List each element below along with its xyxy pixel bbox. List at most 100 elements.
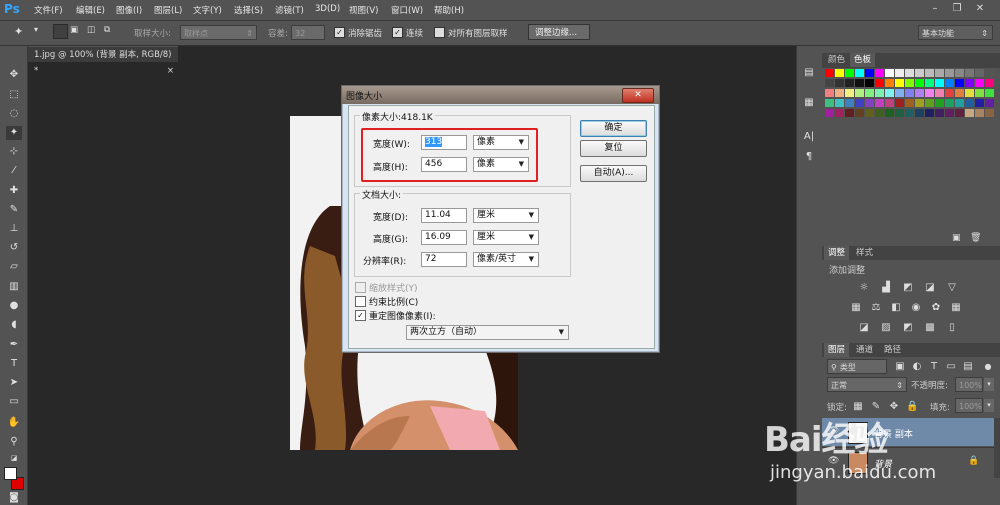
color-swatch[interactable] — [875, 99, 884, 107]
auto-button[interactable]: 自动(A)... — [580, 165, 647, 182]
all-layers-checkbox[interactable] — [434, 27, 445, 38]
swatches-grid[interactable] — [825, 69, 997, 164]
color-swatch[interactable] — [875, 89, 884, 97]
tool-preset-dropdown-icon[interactable]: ▾ — [34, 25, 38, 34]
color-swatch[interactable] — [895, 89, 904, 97]
color-swatch[interactable] — [885, 99, 894, 107]
color-swatch[interactable] — [825, 89, 834, 97]
color-swatch[interactable] — [875, 69, 884, 77]
color-swatch[interactable] — [955, 79, 964, 87]
color-swatch[interactable] — [975, 99, 984, 107]
doc-height-unit-select[interactable]: 厘米 ▼ — [473, 230, 539, 245]
tab-color[interactable]: 颜色 — [824, 53, 849, 67]
dialog-close-icon[interactable]: ✕ — [622, 88, 654, 103]
doc-height-input[interactable]: 16.09 — [421, 230, 467, 245]
doc-width-input[interactable]: 11.04 — [421, 208, 467, 223]
rectangle-tool-icon[interactable]: ▭ — [6, 395, 22, 409]
fill-dropdown-icon[interactable]: ▾ — [984, 399, 994, 412]
color-swatch[interactable] — [925, 79, 934, 87]
color-swatch[interactable] — [965, 79, 974, 87]
color-swatch[interactable] — [935, 69, 944, 77]
delete-swatch-icon[interactable]: 🗑 — [970, 233, 981, 243]
new-swatch-icon[interactable]: ▣ — [952, 233, 961, 243]
restore-icon[interactable]: ❐ — [950, 2, 964, 15]
color-swatch[interactable] — [955, 89, 964, 97]
color-swatch[interactable] — [835, 89, 844, 97]
hand-tool-icon[interactable]: ✋ — [6, 416, 22, 430]
color-swatch[interactable] — [985, 79, 994, 87]
color-swatch[interactable] — [895, 79, 904, 87]
curves-icon[interactable]: ◩ — [902, 282, 914, 293]
color-swatch[interactable] — [835, 69, 844, 77]
color-swatch[interactable] — [895, 69, 904, 77]
menu-edit[interactable]: 编辑(E) — [76, 4, 105, 16]
lock-position-icon[interactable]: ✥ — [888, 401, 900, 412]
color-swatch[interactable] — [975, 69, 984, 77]
crop-tool-icon[interactable]: ⊹ — [6, 145, 22, 159]
pen-tool-icon[interactable]: ✒ — [6, 338, 22, 352]
history-brush-tool-icon[interactable]: ↺ — [6, 241, 22, 255]
color-swatch[interactable] — [925, 99, 934, 107]
color-lookup-icon[interactable]: ▦ — [950, 302, 962, 313]
color-swatch[interactable] — [905, 109, 914, 117]
color-swatch[interactable] — [855, 89, 864, 97]
default-colors-icon[interactable]: ◪ — [6, 451, 22, 465]
resolution-input[interactable]: 72 — [421, 252, 467, 267]
threshold-icon[interactable]: ◩ — [902, 322, 914, 333]
zoom-tool-icon[interactable]: ⚲ — [6, 435, 22, 449]
color-swatch[interactable] — [855, 79, 864, 87]
color-swatch[interactable] — [855, 69, 864, 77]
lock-image-icon[interactable]: ✎ — [870, 401, 882, 412]
color-swatch[interactable] — [895, 99, 904, 107]
sample-size-select[interactable]: 取样点 ⇕ — [180, 25, 257, 40]
close-tab-icon[interactable]: × — [167, 63, 174, 79]
contiguous-checkbox[interactable]: ✓ — [392, 27, 403, 38]
properties-panel-icon[interactable]: ▦ — [801, 96, 817, 110]
color-swatch[interactable] — [935, 89, 944, 97]
photo-filter-icon[interactable]: ◉ — [910, 302, 922, 313]
filter-toggle-icon[interactable]: ● — [982, 361, 994, 372]
color-swatch[interactable] — [905, 99, 914, 107]
color-swatch[interactable] — [855, 99, 864, 107]
doc-width-unit-select[interactable]: 厘米 ▼ — [473, 208, 539, 223]
resolution-unit-select[interactable]: 像素/英寸 ▼ — [473, 252, 539, 267]
brush-tool-icon[interactable]: ✎ — [6, 203, 22, 217]
color-swatch[interactable] — [935, 99, 944, 107]
tab-adjustments[interactable]: 调整 — [824, 246, 850, 260]
ok-button[interactable]: 确定 — [580, 120, 647, 137]
color-swatch[interactable] — [905, 69, 914, 77]
antialias-checkbox[interactable]: ✓ — [334, 27, 345, 38]
filter-adjustment-icon[interactable]: ◐ — [911, 361, 923, 372]
brightness-contrast-icon[interactable]: ☼ — [858, 282, 870, 293]
color-swatch[interactable] — [945, 69, 954, 77]
opacity-input[interactable]: 100% — [955, 377, 983, 392]
document-tab[interactable]: 1.jpg @ 100% (背景 副本, RGB/8) * × — [28, 46, 178, 76]
color-swatch[interactable] — [845, 79, 854, 87]
levels-icon[interactable]: ▟ — [880, 282, 892, 293]
clone-stamp-tool-icon[interactable]: ⊥ — [6, 222, 22, 236]
color-balance-icon[interactable]: ⚖ — [870, 302, 882, 313]
color-swatch[interactable] — [865, 99, 874, 107]
color-swatch[interactable] — [905, 79, 914, 87]
invert-icon[interactable]: ◪ — [858, 322, 870, 333]
lasso-tool-icon[interactable]: ◌ — [6, 107, 22, 121]
constrain-proportions-checkbox[interactable] — [355, 296, 366, 307]
color-swatch[interactable] — [835, 79, 844, 87]
menu-view[interactable]: 视图(V) — [349, 4, 378, 16]
marquee-tool-icon[interactable]: ⬚ — [6, 88, 22, 102]
color-swatch[interactable] — [945, 89, 954, 97]
paragraph-panel-icon[interactable]: ¶ — [801, 150, 817, 164]
reset-button[interactable]: 复位 — [580, 140, 647, 157]
color-swatch[interactable] — [915, 99, 924, 107]
layer-filter-kind[interactable]: ⚲ 类型 — [827, 359, 887, 374]
color-swatch[interactable] — [865, 69, 874, 77]
color-swatch[interactable] — [825, 109, 834, 117]
color-swatch[interactable] — [825, 79, 834, 87]
filter-smart-object-icon[interactable]: ▤ — [962, 361, 974, 372]
color-swatch[interactable] — [825, 69, 834, 77]
menu-3d[interactable]: 3D(D) — [315, 4, 340, 14]
scale-styles-checkbox[interactable] — [355, 282, 366, 293]
menu-filter[interactable]: 滤镜(T) — [275, 4, 304, 16]
color-swatch[interactable] — [865, 79, 874, 87]
filter-pixel-icon[interactable]: ▣ — [894, 361, 906, 372]
